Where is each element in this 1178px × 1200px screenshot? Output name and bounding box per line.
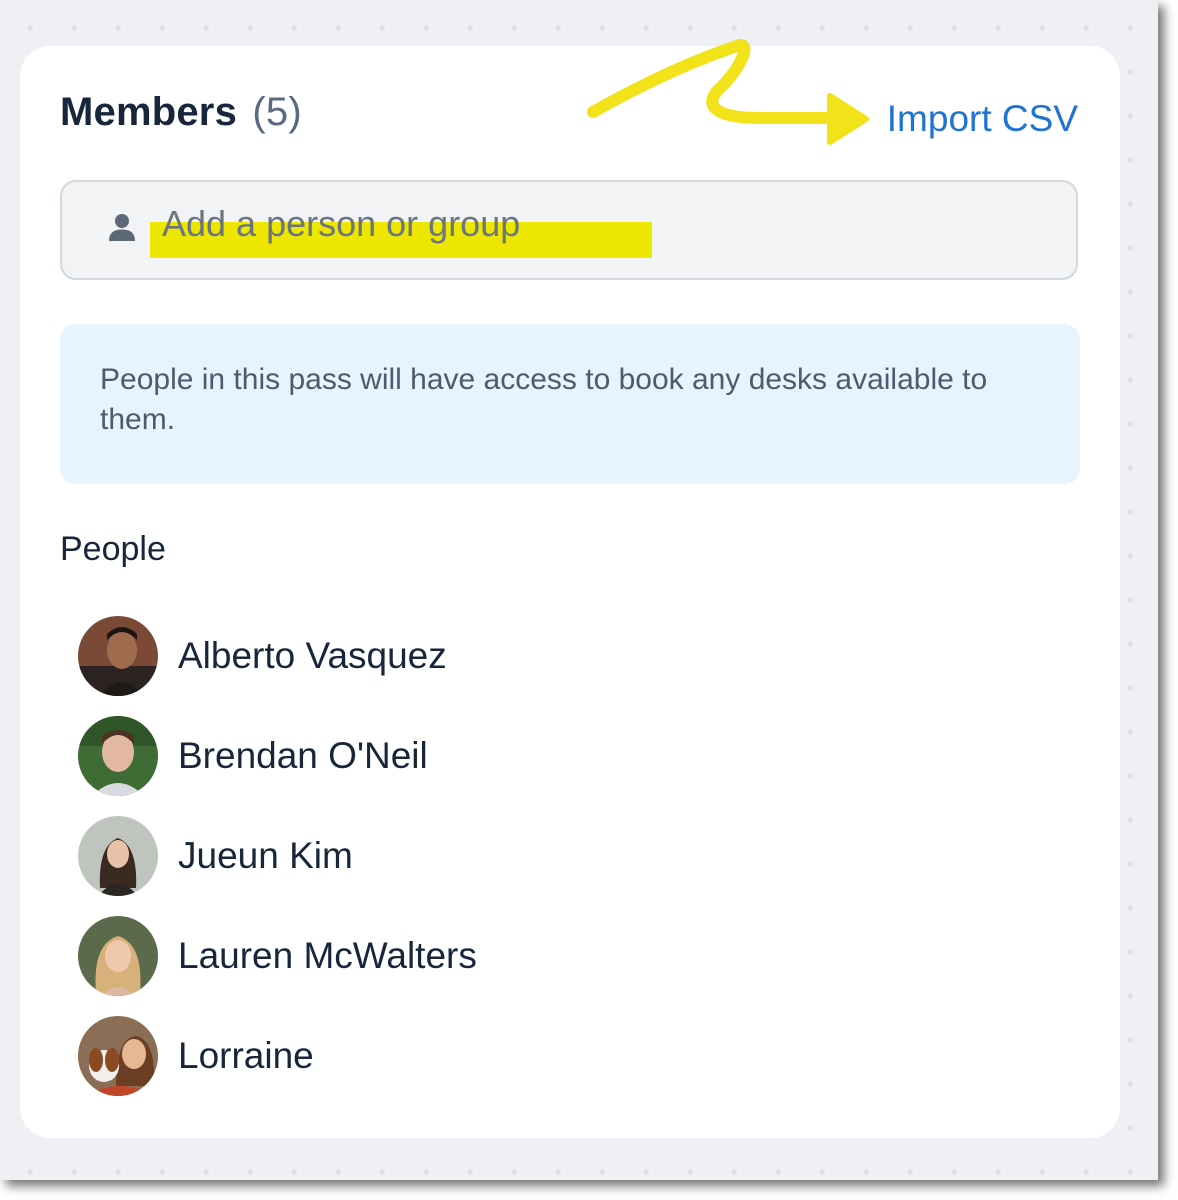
person-row[interactable]: Alberto Vasquez bbox=[78, 606, 477, 706]
members-panel: Members (5) Import CSV People in this pa… bbox=[20, 46, 1120, 1138]
person-icon bbox=[109, 214, 135, 241]
members-count: (5) bbox=[252, 90, 302, 134]
person-name: Alberto Vasquez bbox=[178, 635, 447, 676]
info-banner: People in this pass will have access to … bbox=[60, 324, 1080, 484]
person-name: Brendan O'Neil bbox=[178, 735, 428, 776]
person-row[interactable]: Lorraine bbox=[78, 1006, 477, 1106]
avatar bbox=[78, 1016, 158, 1096]
avatar bbox=[78, 616, 158, 696]
import-csv-link[interactable]: Import CSV bbox=[887, 98, 1078, 140]
avatar bbox=[78, 716, 158, 796]
person-row[interactable]: Brendan O'Neil bbox=[78, 706, 477, 806]
add-person-field[interactable] bbox=[60, 180, 1078, 280]
add-person-input[interactable] bbox=[162, 196, 1042, 252]
person-name: Lauren McWalters bbox=[178, 935, 477, 976]
avatar bbox=[78, 816, 158, 896]
person-name: Jueun Kim bbox=[178, 835, 353, 876]
people-heading: People bbox=[60, 530, 166, 568]
person-row[interactable]: Jueun Kim bbox=[78, 806, 477, 906]
person-row[interactable]: Lauren McWalters bbox=[78, 906, 477, 1006]
person-name: Lorraine bbox=[178, 1035, 314, 1076]
screenshot-frame: Members (5) Import CSV People in this pa… bbox=[0, 0, 1158, 1180]
members-title-text: Members bbox=[60, 90, 238, 134]
people-list: Alberto Vasquez Brendan O'Neil Jueun Kim… bbox=[78, 606, 477, 1106]
avatar bbox=[78, 916, 158, 996]
info-text: People in this pass will have access to … bbox=[100, 363, 988, 436]
members-title: Members (5) bbox=[60, 90, 302, 135]
